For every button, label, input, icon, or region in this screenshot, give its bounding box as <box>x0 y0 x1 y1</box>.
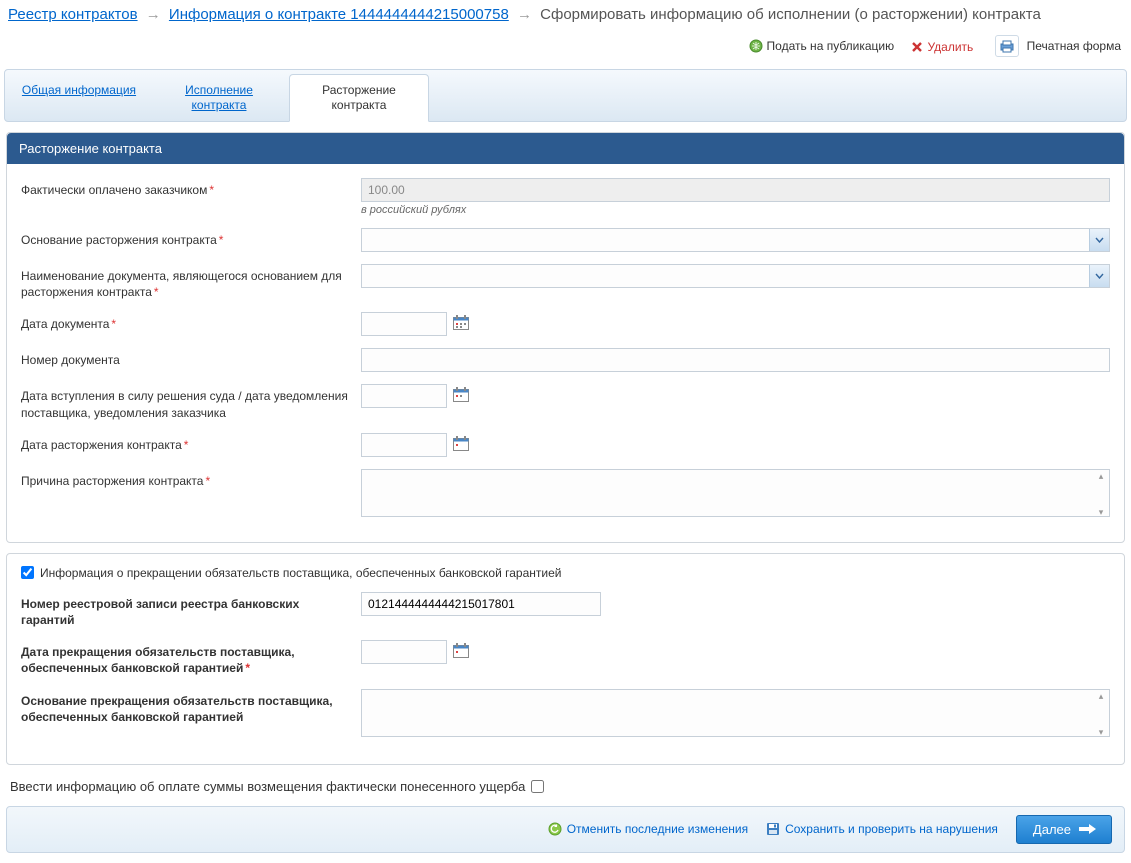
stopdate-label: Дата прекращения обязательств поставщика… <box>21 640 361 676</box>
regnum-input[interactable] <box>361 592 601 616</box>
printer-icon <box>999 39 1015 53</box>
calendar-icon[interactable] <box>453 315 469 333</box>
reason-label: Причина расторжения контракта* <box>21 469 361 489</box>
stopdate-input[interactable] <box>361 640 447 664</box>
paid-input <box>361 178 1110 202</box>
undo-icon <box>548 822 562 836</box>
termdate-label: Дата расторжения контракта* <box>21 433 361 453</box>
breadcrumb-current: Сформировать информацию об исполнении (о… <box>540 6 1041 23</box>
paid-label: Фактически оплачено заказчиком* <box>21 178 361 198</box>
chevron-down-icon[interactable] <box>1089 265 1109 287</box>
docdate-input[interactable] <box>361 312 447 336</box>
calendar-icon[interactable] <box>453 387 469 405</box>
guarantee-checkbox[interactable] <box>21 566 34 579</box>
arrow-right-icon <box>1079 823 1097 835</box>
top-toolbar: Подать на публикацию Удалить Печатная фо… <box>0 29 1131 63</box>
arrow-icon: → <box>146 6 161 23</box>
docname-combo[interactable] <box>361 264 1110 288</box>
tabs: Общая информация Исполнение контракта Ра… <box>4 69 1127 122</box>
docdate-label: Дата документа* <box>21 312 361 332</box>
delete-button[interactable]: Удалить <box>911 40 973 54</box>
termination-panel: Расторжение контракта Фактически оплачен… <box>6 132 1125 543</box>
docnum-input[interactable] <box>361 348 1110 372</box>
damage-checkbox-row: Ввести информацию об оплате суммы возмещ… <box>0 771 1131 802</box>
guarantee-checkbox-label: Информация о прекращении обязательств по… <box>40 566 561 580</box>
basis-label: Основание расторжения контракта* <box>21 228 361 248</box>
globe-publish-icon <box>749 39 763 53</box>
chevron-down-icon[interactable] <box>1089 229 1109 251</box>
paid-hint: в российский рублях <box>361 204 1110 216</box>
docnum-label: Номер документа <box>21 348 361 368</box>
damage-checkbox-label: Ввести информацию об оплате суммы возмещ… <box>10 779 525 794</box>
calendar-icon[interactable] <box>453 643 469 661</box>
guarantee-panel: Информация о прекращении обязательств по… <box>6 553 1125 765</box>
tab-termination[interactable]: Расторжение контракта <box>289 74 429 122</box>
panel-title: Расторжение контракта <box>7 133 1124 164</box>
tab-general-info[interactable]: Общая информация <box>9 74 149 121</box>
termdate-input[interactable] <box>361 433 447 457</box>
breadcrumb-link-registry[interactable]: Реестр контрактов <box>8 6 138 23</box>
scrollbar[interactable]: ▴▾ <box>1094 471 1108 518</box>
damage-checkbox[interactable] <box>531 780 544 793</box>
footer-bar: Отменить последние изменения Сохранить и… <box>6 806 1125 853</box>
print-button[interactable]: Печатная форма <box>991 35 1121 57</box>
publish-button[interactable]: Подать на публикацию <box>749 39 895 53</box>
regnum-label: Номер реестровой записи реестра банковск… <box>21 592 361 628</box>
reason-textarea[interactable] <box>361 469 1110 517</box>
scrollbar[interactable]: ▴▾ <box>1094 691 1108 738</box>
tab-execution[interactable]: Исполнение контракта <box>149 74 289 121</box>
cancel-link[interactable]: Отменить последние изменения <box>548 822 748 836</box>
courtdate-label: Дата вступления в силу решения суда / да… <box>21 384 361 420</box>
basis-combo[interactable] <box>361 228 1110 252</box>
calendar-icon[interactable] <box>453 436 469 454</box>
stopbasis-textarea[interactable] <box>361 689 1110 737</box>
next-button[interactable]: Далее <box>1016 815 1112 844</box>
courtdate-input[interactable] <box>361 384 447 408</box>
breadcrumb: Реестр контрактов → Информация о контрак… <box>0 0 1131 29</box>
stopbasis-label: Основание прекращения обязательств поста… <box>21 689 361 725</box>
arrow-icon: → <box>517 6 532 23</box>
save-link[interactable]: Сохранить и проверить на нарушения <box>766 822 998 836</box>
x-icon <box>911 41 923 53</box>
docname-label: Наименование документа, являющегося осно… <box>21 264 361 300</box>
breadcrumb-link-contract[interactable]: Информация о контракте 14444444442150007… <box>169 6 509 23</box>
save-icon <box>766 822 780 836</box>
